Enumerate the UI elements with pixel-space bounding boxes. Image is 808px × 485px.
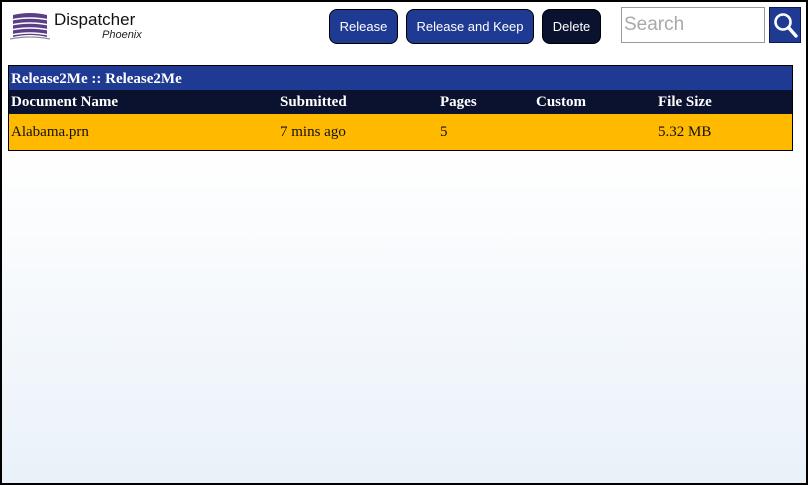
print-queue-table: Release2Me :: Release2Me Document Name S…	[8, 65, 793, 151]
release-button[interactable]: Release	[329, 9, 398, 44]
release-and-keep-button[interactable]: Release and Keep	[406, 9, 534, 44]
document-name-cell: Alabama.prn	[11, 124, 89, 140]
pages-cell: 5	[440, 124, 448, 140]
delete-button[interactable]: Delete	[542, 9, 601, 44]
column-header-pages[interactable]: Pages	[440, 90, 477, 114]
file-size-cell: 5.32 MB	[658, 124, 712, 140]
app-window: Dispatcher Phoenix Release Release and K…	[0, 0, 808, 485]
search-icon	[774, 13, 798, 38]
table-header: Document Name Submitted Pages Custom Fil…	[9, 90, 792, 114]
logo-title: Dispatcher	[54, 10, 136, 29]
queue-title: Release2Me :: Release2Me	[9, 66, 792, 90]
column-header-document-name[interactable]: Document Name	[11, 90, 118, 114]
column-header-custom[interactable]: Custom	[536, 90, 586, 114]
logo-subtitle: Phoenix	[102, 29, 142, 41]
search-button[interactable]	[769, 7, 801, 43]
column-header-file-size[interactable]: File Size	[658, 90, 712, 114]
logo: Dispatcher Phoenix	[10, 9, 160, 45]
search-input[interactable]	[621, 7, 765, 43]
table-row[interactable]: Alabama.prn 7 mins ago 5 5.32 MB	[9, 114, 792, 150]
submitted-cell: 7 mins ago	[280, 124, 346, 140]
column-header-submitted[interactable]: Submitted	[280, 90, 347, 114]
dispatcher-logo-icon	[10, 13, 50, 40]
